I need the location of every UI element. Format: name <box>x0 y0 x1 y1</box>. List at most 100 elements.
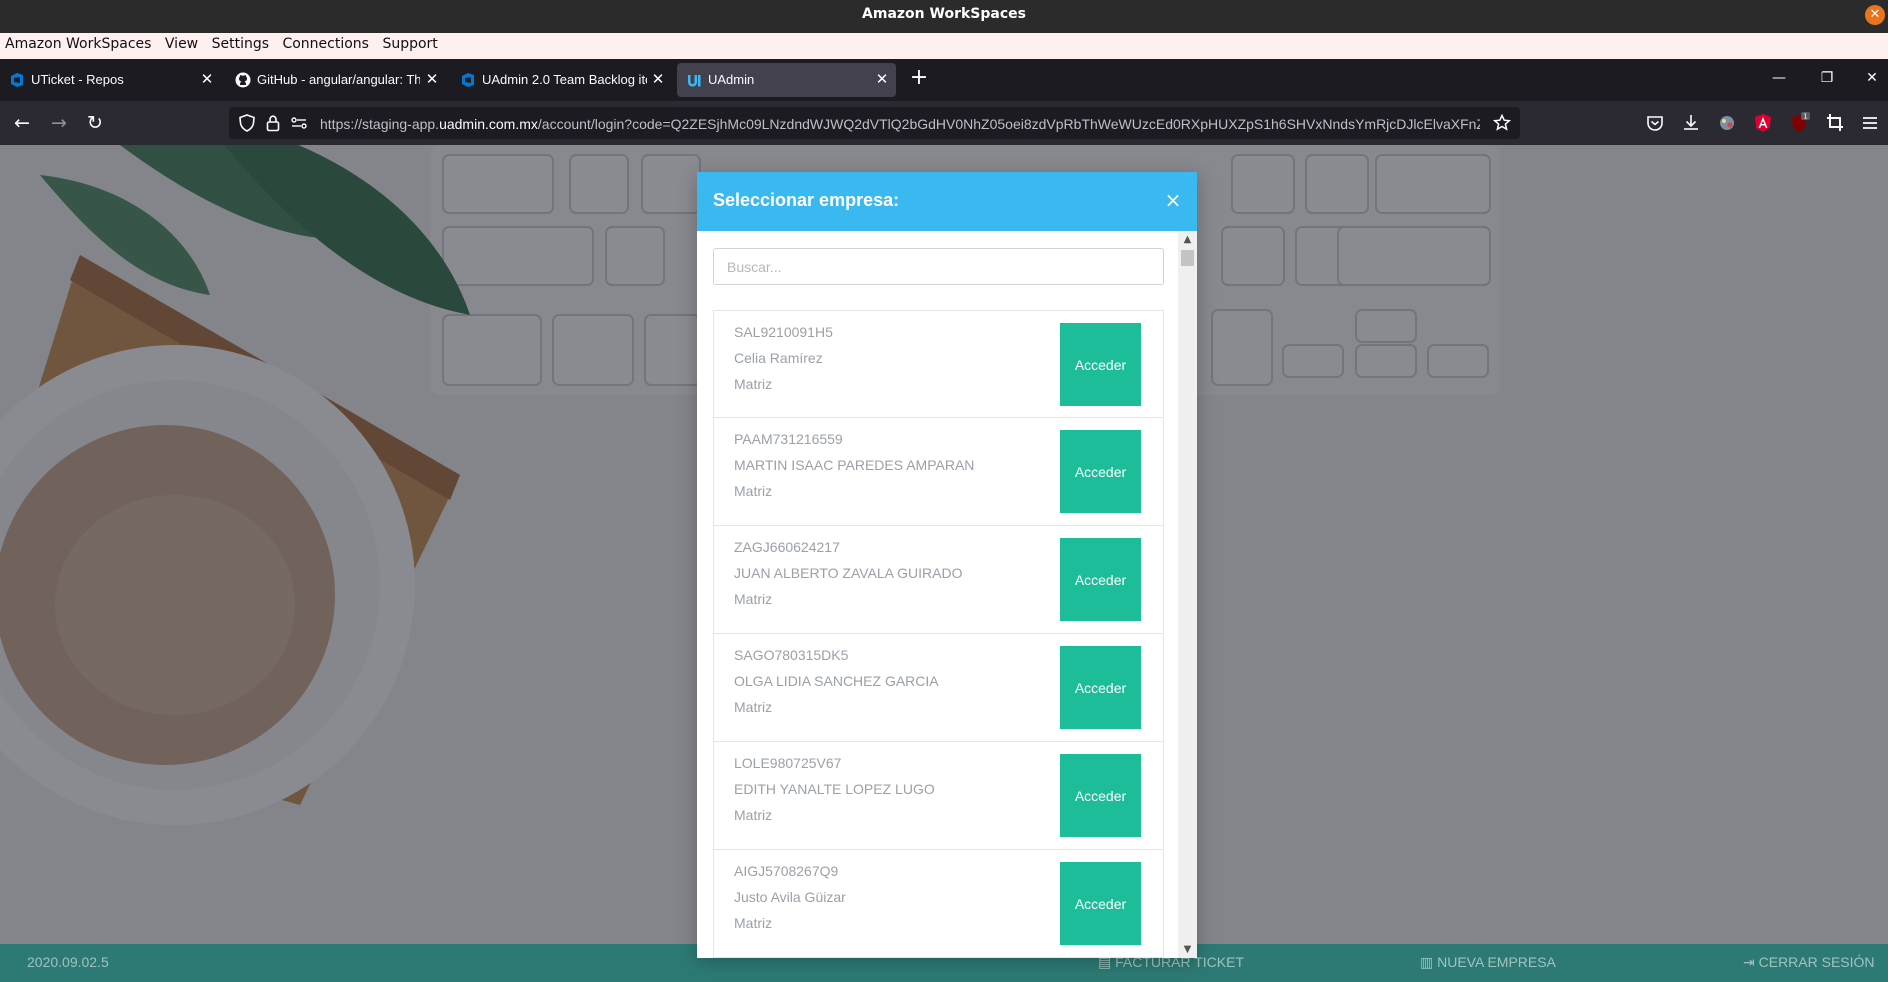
menu-amazon-workspaces[interactable]: Amazon WorkSpaces <box>0 33 151 52</box>
company-rfc: SAGO780315DK5 <box>734 647 849 663</box>
tab-uadmin[interactable]: UAdmin ✕ <box>677 63 896 97</box>
nueva-empresa-link[interactable]: ▥ NUEVA EMPRESA <box>1420 954 1556 971</box>
scrollbar-thumb[interactable] <box>1181 250 1194 266</box>
menu-support[interactable]: Support <box>377 33 437 52</box>
url-path: /account/login?code=Q2ZESjhMc09LNzdndWJW… <box>537 116 1480 132</box>
company-type: Matriz <box>734 699 773 715</box>
workspaces-close-button[interactable]: ✕ <box>1865 5 1885 25</box>
minimize-button[interactable]: — <box>1764 64 1794 92</box>
company-item: ZAGJ660624217 JUAN ALBERTO ZAVALA GUIRAD… <box>713 526 1164 634</box>
url-bar[interactable]: https://staging-app.uadmin.com.mx/accoun… <box>229 107 1520 139</box>
workspaces-title: Amazon WorkSpaces <box>862 6 1026 22</box>
bookmark-star-icon[interactable] <box>1492 113 1512 133</box>
azure-devops-icon <box>11 73 23 87</box>
browser-tab-bar: UTicket - Repos ✕ GitHub - angular/angul… <box>0 59 1888 101</box>
url-prefix: https://staging-app. <box>320 116 440 132</box>
company-name: Celia Ramírez <box>734 350 823 366</box>
cerrar-sesion-label: CERRAR SESIÓN <box>1758 954 1875 970</box>
company-type: Matriz <box>734 483 773 499</box>
company-list: SAL9210091H5 Celia Ramírez Matriz Accede… <box>713 310 1164 958</box>
menu-settings[interactable]: Settings <box>207 33 269 52</box>
building-icon: ▥ <box>1420 954 1438 970</box>
close-window-button[interactable]: ✕ <box>1857 64 1887 92</box>
forward-button[interactable]: → <box>45 109 73 137</box>
workspaces-menu-bar: Amazon WorkSpaces View Settings Connecti… <box>0 33 1888 59</box>
app-version: 2020.09.02.5 <box>27 954 109 970</box>
reload-button[interactable]: ↻ <box>81 109 109 137</box>
cerrar-sesion-link[interactable]: ⇥ CERRAR SESIÓN <box>1743 954 1875 971</box>
angular-devtools-icon[interactable] <box>1750 109 1776 137</box>
menu-connections[interactable]: Connections <box>277 33 369 52</box>
company-item: LOLE980725V67 EDITH YANALTE LOPEZ LUGO M… <box>713 742 1164 850</box>
pocket-icon[interactable] <box>1642 109 1668 137</box>
download-icon[interactable] <box>1678 109 1704 137</box>
azure-devops-icon <box>462 73 474 87</box>
workspaces-title-bar: Amazon WorkSpaces ✕ <box>0 0 1888 33</box>
tab-close-icon[interactable]: ✕ <box>874 63 890 97</box>
company-type: Matriz <box>734 591 773 607</box>
svg-text:1: 1 <box>1803 113 1807 121</box>
logout-icon: ⇥ <box>1743 954 1759 970</box>
acceder-button[interactable]: Acceder <box>1060 430 1141 513</box>
github-icon <box>235 72 251 88</box>
new-tab-button[interactable]: + <box>908 63 930 93</box>
company-name: MARTIN ISAAC PAREDES AMPARAN <box>734 457 975 473</box>
tab-label: UAdmin 2.0 Team Backlog item <box>482 72 647 87</box>
modal-title: Seleccionar empresa: <box>713 190 900 210</box>
extension-icon[interactable] <box>1714 109 1740 137</box>
close-icon: ✕ <box>1869 7 1881 22</box>
company-rfc: SAL9210091H5 <box>734 324 833 340</box>
hamburger-menu-icon[interactable] <box>1857 109 1883 137</box>
company-type: Matriz <box>734 376 773 392</box>
scroll-up-arrow-icon[interactable]: ▲ <box>1178 231 1197 248</box>
company-type: Matriz <box>734 915 773 931</box>
company-name: JUAN ALBERTO ZAVALA GUIRADO <box>734 565 963 581</box>
menu-view[interactable]: View <box>160 33 198 52</box>
url-text[interactable]: https://staging-app.uadmin.com.mx/accoun… <box>320 114 1480 134</box>
close-icon: × <box>1164 188 1182 212</box>
shield-icon[interactable] <box>237 113 257 133</box>
tab-close-icon[interactable]: ✕ <box>199 63 215 97</box>
company-item: PAAM731216559 MARTIN ISAAC PAREDES AMPAR… <box>713 418 1164 526</box>
back-button[interactable]: ← <box>8 109 36 137</box>
company-item: AIGJ5708267Q9 Justo Avila Güizar Matriz … <box>713 850 1164 958</box>
tab-uadmin-backlog[interactable]: UAdmin 2.0 Team Backlog item ✕ <box>451 63 672 97</box>
acceder-button[interactable]: Acceder <box>1060 862 1141 945</box>
crop-icon[interactable] <box>1822 109 1848 137</box>
acceder-button[interactable]: Acceder <box>1060 646 1141 729</box>
company-item: SAL9210091H5 Celia Ramírez Matriz Accede… <box>713 310 1164 418</box>
tab-label: UTicket - Repos <box>31 72 124 87</box>
select-company-modal: Seleccionar empresa: × SAL9210091H5 Celi… <box>697 172 1197 958</box>
restore-button[interactable]: ❐ <box>1812 64 1842 92</box>
scroll-down-arrow-icon[interactable]: ▼ <box>1178 942 1197 958</box>
tab-close-icon[interactable]: ✕ <box>650 63 666 97</box>
modal-scrollbar[interactable]: ▲ ▼ <box>1178 231 1197 958</box>
nueva-empresa-label: NUEVA EMPRESA <box>1437 954 1556 970</box>
company-item: SAGO780315DK5 OLGA LIDIA SANCHEZ GARCIA … <box>713 634 1164 742</box>
modal-header: Seleccionar empresa: × <box>697 172 1197 231</box>
acceder-button[interactable]: Acceder <box>1060 323 1141 406</box>
company-name: EDITH YANALTE LOPEZ LUGO <box>734 781 935 797</box>
tab-label: GitHub - angular/angular: The m <box>257 72 420 87</box>
company-type: Matriz <box>734 807 773 823</box>
company-rfc: AIGJ5708267Q9 <box>734 863 839 879</box>
ublock-origin-icon[interactable]: 1 <box>1786 109 1812 137</box>
tab-uticket-repos[interactable]: UTicket - Repos ✕ <box>0 63 221 97</box>
acceder-button[interactable]: Acceder <box>1060 538 1141 621</box>
company-name: OLGA LIDIA SANCHEZ GARCIA <box>734 673 939 689</box>
url-domain: uadmin.com.mx <box>439 116 538 132</box>
acceder-button[interactable]: Acceder <box>1060 754 1141 837</box>
company-name: Justo Avila Güizar <box>734 889 846 905</box>
tab-close-icon[interactable]: ✕ <box>424 63 440 97</box>
tab-label: UAdmin <box>708 72 755 87</box>
uadmin-icon <box>688 75 701 87</box>
modal-close-button[interactable]: × <box>1161 188 1185 212</box>
company-search-input[interactable] <box>713 248 1164 285</box>
company-rfc: LOLE980725V67 <box>734 755 842 771</box>
tab-github-angular[interactable]: GitHub - angular/angular: The m ✕ <box>226 63 446 97</box>
lock-icon[interactable] <box>263 113 283 133</box>
company-rfc: PAAM731216559 <box>734 431 843 447</box>
permissions-icon[interactable] <box>289 113 309 133</box>
modal-body: SAL9210091H5 Celia Ramírez Matriz Accede… <box>697 231 1197 958</box>
company-rfc: ZAGJ660624217 <box>734 539 840 555</box>
